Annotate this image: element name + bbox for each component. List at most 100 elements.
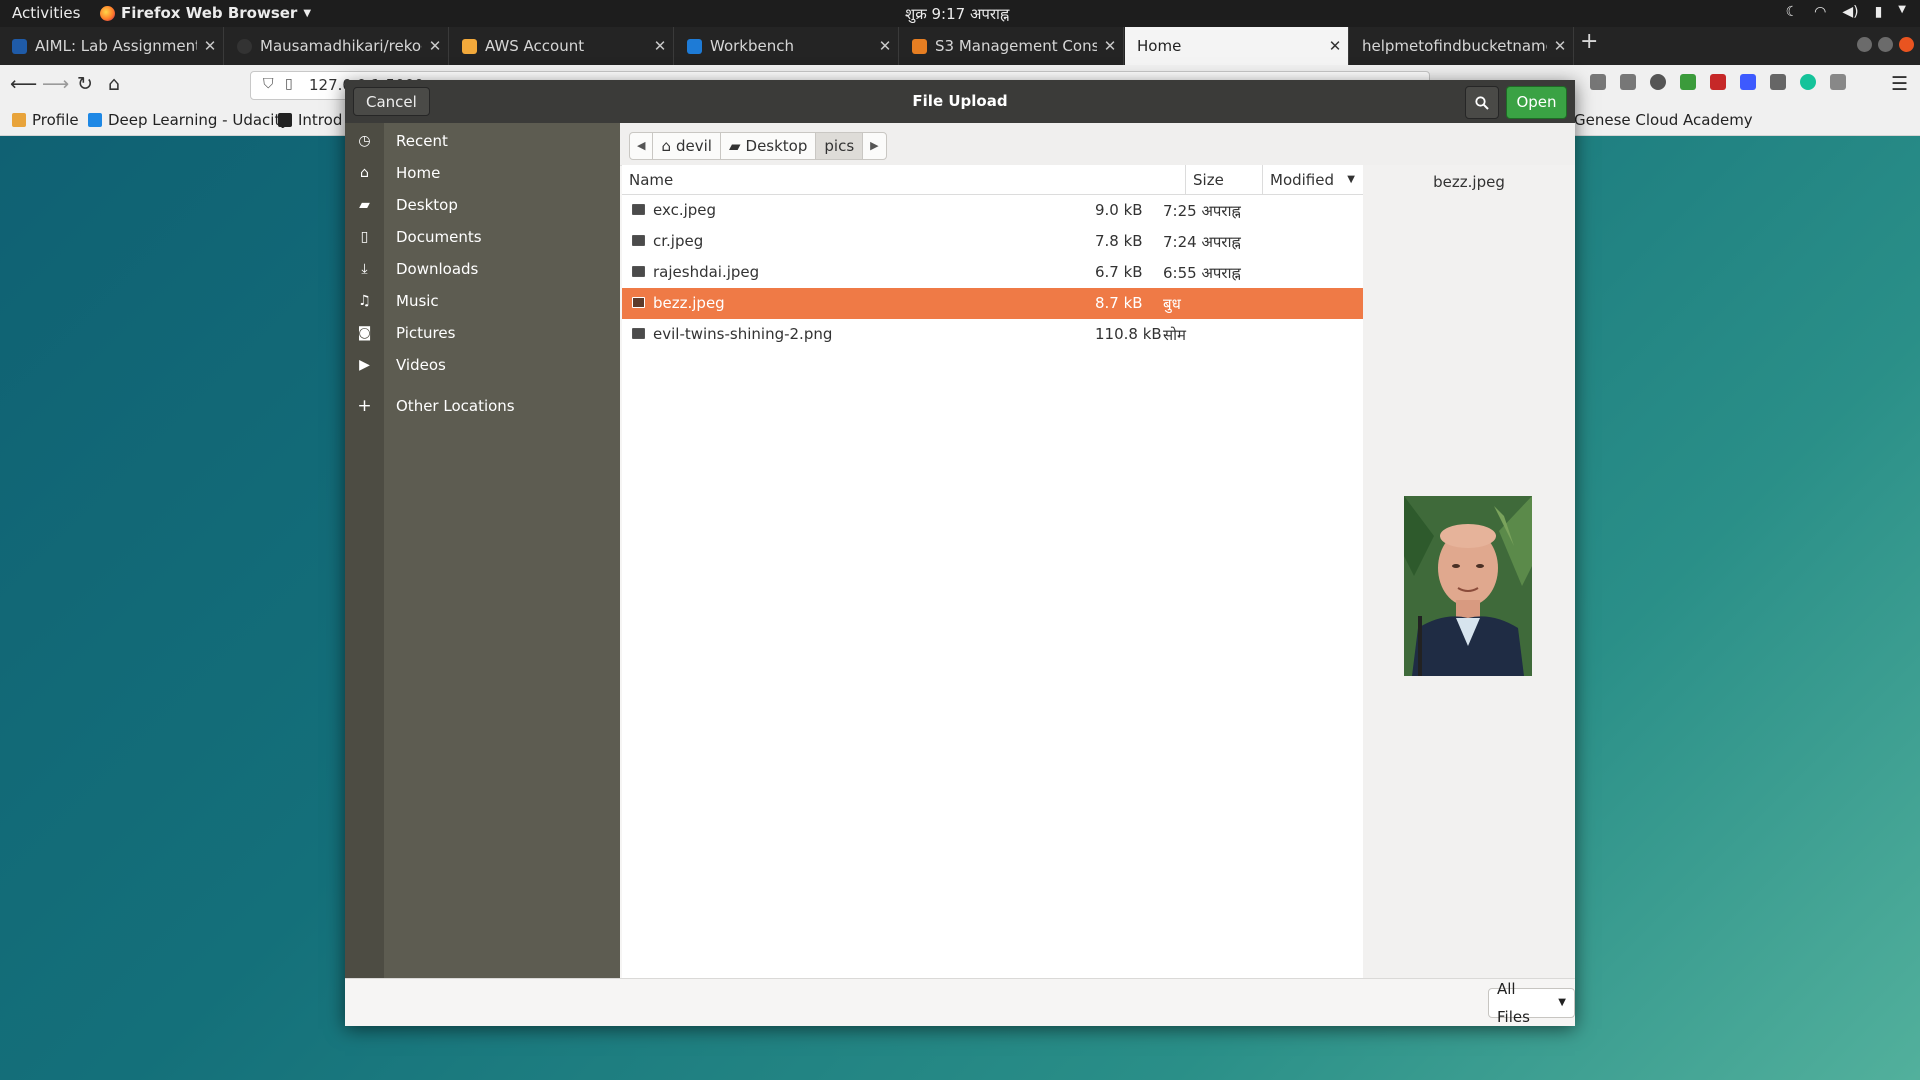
sidebar-item-downloads[interactable]: ⤓ Downloads <box>345 253 620 285</box>
bookmark-dev[interactable]: Introd <box>278 111 342 129</box>
tab-label: AIML: Lab Assignment 3 <box>35 37 197 55</box>
column-header-size[interactable]: Size <box>1186 165 1263 195</box>
close-icon[interactable]: ✕ <box>197 37 223 55</box>
dialog-header: Cancel File Upload Open <box>345 80 1575 123</box>
sidebar-item-videos[interactable]: ▶ Videos <box>345 349 620 381</box>
bookmark-profile[interactable]: Profile <box>12 111 79 129</box>
search-button[interactable] <box>1465 86 1499 119</box>
breadcrumb-label: devil <box>676 137 712 155</box>
tab-label: Home <box>1137 37 1182 55</box>
file-row-selected[interactable]: bezz.jpeg 8.7 kB बुध <box>622 288 1363 319</box>
bookmark-label: Genese Cloud Academy <box>1574 111 1753 129</box>
s3-icon <box>912 38 927 54</box>
app-menu[interactable]: Firefox Web Browser ▼ <box>100 4 311 22</box>
image-file-icon <box>632 266 645 277</box>
sidebar-item-label: Videos <box>396 356 446 374</box>
tab-aiml-lab[interactable]: AIML: Lab Assignment 3 ✕ <box>0 27 224 65</box>
bookmark-label: Profile <box>32 111 79 129</box>
volume-icon: ◀) <box>1842 4 1859 20</box>
sidebar-item-label: Desktop <box>396 196 458 214</box>
reload-button[interactable]: ↻ <box>77 73 93 95</box>
sidebar-item-recent[interactable]: ◷ Recent <box>345 125 620 157</box>
file-size: 7.8 kB <box>1095 232 1143 250</box>
close-window-icon[interactable] <box>1899 37 1914 52</box>
close-icon[interactable]: ✕ <box>647 37 673 55</box>
dialog-footer: All Files ▼ <box>345 978 1575 1026</box>
extension-green-icon[interactable] <box>1680 74 1696 90</box>
file-type-filter-label: All Files <box>1497 980 1530 1026</box>
tab-favicon-icon <box>12 38 27 54</box>
open-button[interactable]: Open <box>1506 86 1567 119</box>
column-header-name[interactable]: Name <box>622 165 1186 195</box>
bookmark-udacity[interactable]: Deep Learning - Udacity <box>88 111 289 129</box>
sidebar-item-label: Downloads <box>396 260 479 278</box>
back-button[interactable]: ⟵ <box>10 73 37 95</box>
sidebar-item-documents[interactable]: ▯ Documents <box>345 221 620 253</box>
grammarly-icon[interactable] <box>1800 74 1816 90</box>
breadcrumb-devil[interactable]: ⌂ devil <box>653 133 721 159</box>
extension-blue-icon[interactable] <box>1740 74 1756 90</box>
file-modified: 6:55 अपराह्न <box>1163 264 1241 282</box>
breadcrumb-pics[interactable]: pics <box>816 133 864 159</box>
sidebar-item-home[interactable]: ⌂ Home <box>345 157 620 189</box>
search-icon <box>1475 95 1489 110</box>
close-icon[interactable]: ✕ <box>872 37 898 55</box>
sidebar-item-label: Home <box>396 164 441 182</box>
tab-github[interactable]: Mausamadhikari/rekogn ✕ <box>225 27 449 65</box>
bookmark-genese[interactable]: Genese Cloud Academy <box>1574 111 1753 129</box>
file-row[interactable]: rajeshdai.jpeg 6.7 kB 6:55 अपराह्न <box>622 257 1363 288</box>
tab-s3-console[interactable]: S3 Management Console ✕ <box>900 27 1124 65</box>
tab-helpmetofind[interactable]: helpmetofindbucketname.s ✕ <box>1350 27 1574 65</box>
library-icon[interactable] <box>1590 74 1606 90</box>
folder-icon: ▰ <box>728 137 741 155</box>
extension-bars-icon[interactable] <box>1770 74 1786 90</box>
home-button[interactable]: ⌂ <box>108 73 120 95</box>
account-icon[interactable] <box>1650 74 1666 90</box>
system-tray[interactable]: ☾ ◠ ◀) ▮ ▼ <box>1786 4 1906 20</box>
file-modified: बुध <box>1163 295 1181 313</box>
tab-strip: AIML: Lab Assignment 3 ✕ Mausamadhikari/… <box>0 27 1920 65</box>
sidebar-item-other-locations[interactable]: + Other Locations <box>345 390 620 422</box>
file-row[interactable]: cr.jpeg 7.8 kB 7:24 अपराह्न <box>622 226 1363 257</box>
activities-button[interactable]: Activities <box>12 4 80 22</box>
tab-label: Workbench <box>710 37 794 55</box>
maximize-icon[interactable] <box>1878 37 1893 52</box>
column-header-modified[interactable]: Modified ▼ <box>1263 165 1363 195</box>
path-scroll-right-button[interactable]: ▶ <box>863 133 885 159</box>
forward-button[interactable]: ⟶ <box>42 73 69 95</box>
file-size: 110.8 kB <box>1095 325 1162 343</box>
sidebar-item-desktop[interactable]: ▰ Desktop <box>345 189 620 221</box>
sidebar-item-label: Other Locations <box>396 397 515 415</box>
tab-workbench[interactable]: Workbench ✕ <box>675 27 899 65</box>
close-icon[interactable]: ✕ <box>1547 37 1573 55</box>
toolbar-extensions <box>1590 74 1846 90</box>
file-name: evil-twins-shining-2.png <box>653 325 833 343</box>
close-icon[interactable]: ✕ <box>1322 37 1348 55</box>
tab-aws-account[interactable]: AWS Account ✕ <box>450 27 674 65</box>
file-type-filter[interactable]: All Files ▼ <box>1488 980 1575 1026</box>
app-menu-label: Firefox Web Browser <box>121 4 298 22</box>
close-icon[interactable]: ✕ <box>422 37 448 55</box>
sidebar-item-pictures[interactable]: ◙ Pictures <box>345 317 620 349</box>
new-tab-button[interactable]: + <box>1580 29 1598 54</box>
column-header-label: Modified <box>1270 171 1335 189</box>
clock[interactable]: शुक्र 9:17 अपराह्न <box>905 4 1009 24</box>
dialog-title: File Upload <box>912 92 1008 110</box>
tab-home[interactable]: Home ✕ <box>1125 27 1349 65</box>
file-row[interactable]: evil-twins-shining-2.png 110.8 kB सोम <box>622 319 1363 350</box>
clock-icon: ◷ <box>358 133 371 149</box>
sidebar-icon[interactable] <box>1620 74 1636 90</box>
chevron-down-icon: ▼ <box>1898 4 1906 15</box>
bookmark-favicon-icon <box>12 113 26 127</box>
menu-icon[interactable]: ☰ <box>1891 73 1908 95</box>
minimize-icon[interactable] <box>1857 37 1872 52</box>
extension-red-icon[interactable] <box>1710 74 1726 90</box>
preview-pane: bezz.jpeg <box>1363 165 1575 978</box>
sidebar-item-music[interactable]: ♫ Music <box>345 285 620 317</box>
close-icon[interactable]: ✕ <box>1097 37 1123 55</box>
file-row[interactable]: exc.jpeg 9.0 kB 7:25 अपराह्न <box>622 195 1363 226</box>
extension-gray-icon[interactable] <box>1830 74 1846 90</box>
breadcrumb-desktop[interactable]: ▰ Desktop <box>721 133 817 159</box>
folder-icon: ▰ <box>359 197 370 213</box>
path-scroll-left-button[interactable]: ◀ <box>630 133 654 159</box>
